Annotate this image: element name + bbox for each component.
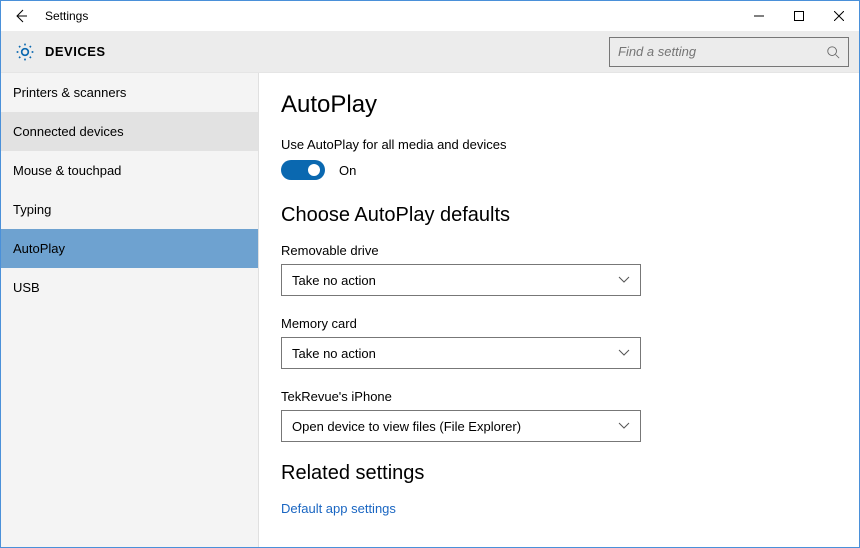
settings-window: Settings DEVICES Printers & scanne <box>0 0 860 548</box>
maximize-button[interactable] <box>779 1 819 31</box>
window-controls <box>739 1 859 31</box>
group-label-removable-drive: Removable drive <box>281 243 837 258</box>
select-value: Take no action <box>292 273 376 288</box>
search-input[interactable] <box>618 44 826 59</box>
sidebar-item-label: Mouse & touchpad <box>13 163 121 178</box>
select-value: Take no action <box>292 346 376 361</box>
main-panel: AutoPlay Use AutoPlay for all media and … <box>259 73 859 547</box>
sidebar-item-printers-scanners[interactable]: Printers & scanners <box>1 73 258 112</box>
select-removable-drive[interactable]: Take no action <box>281 264 641 296</box>
chevron-down-icon <box>618 349 630 357</box>
use-autoplay-label: Use AutoPlay for all media and devices <box>281 137 837 152</box>
autoplay-toggle[interactable] <box>281 160 325 180</box>
window-title: Settings <box>41 9 739 23</box>
autoplay-toggle-row: On <box>281 160 837 180</box>
titlebar: Settings <box>1 1 859 31</box>
select-iphone[interactable]: Open device to view files (File Explorer… <box>281 410 641 442</box>
chevron-down-icon <box>618 276 630 284</box>
search-icon <box>826 45 840 59</box>
maximize-icon <box>794 11 804 21</box>
sidebar-item-usb[interactable]: USB <box>1 268 258 307</box>
body: Printers & scanners Connected devices Mo… <box>1 73 859 547</box>
link-default-app-settings[interactable]: Default app settings <box>281 501 837 516</box>
page-title: AutoPlay <box>281 91 837 119</box>
search-box[interactable] <box>609 37 849 67</box>
sidebar-item-label: Connected devices <box>13 124 124 139</box>
sidebar-item-label: USB <box>13 280 40 295</box>
group-label-memory-card: Memory card <box>281 316 837 331</box>
defaults-heading: Choose AutoPlay defaults <box>281 204 837 227</box>
minimize-icon <box>754 11 764 21</box>
sidebar-item-mouse-touchpad[interactable]: Mouse & touchpad <box>1 151 258 190</box>
gear-icon <box>15 42 35 62</box>
toggle-knob <box>308 164 320 176</box>
minimize-button[interactable] <box>739 1 779 31</box>
close-icon <box>834 11 844 21</box>
sidebar-item-label: AutoPlay <box>13 241 65 256</box>
sidebar: Printers & scanners Connected devices Mo… <box>1 73 259 547</box>
sidebar-item-label: Typing <box>13 202 51 217</box>
header-bar: DEVICES <box>1 31 859 73</box>
autoplay-toggle-state: On <box>339 163 356 178</box>
sidebar-item-autoplay[interactable]: AutoPlay <box>1 229 258 268</box>
back-arrow-icon <box>13 8 29 24</box>
chevron-down-icon <box>618 422 630 430</box>
close-button[interactable] <box>819 1 859 31</box>
select-value: Open device to view files (File Explorer… <box>292 419 521 434</box>
header-title: DEVICES <box>45 44 609 59</box>
related-heading: Related settings <box>281 462 837 485</box>
back-button[interactable] <box>1 1 41 31</box>
sidebar-item-connected-devices[interactable]: Connected devices <box>1 112 258 151</box>
select-memory-card[interactable]: Take no action <box>281 337 641 369</box>
sidebar-item-typing[interactable]: Typing <box>1 190 258 229</box>
group-label-iphone: TekRevue's iPhone <box>281 389 837 404</box>
sidebar-item-label: Printers & scanners <box>13 85 126 100</box>
